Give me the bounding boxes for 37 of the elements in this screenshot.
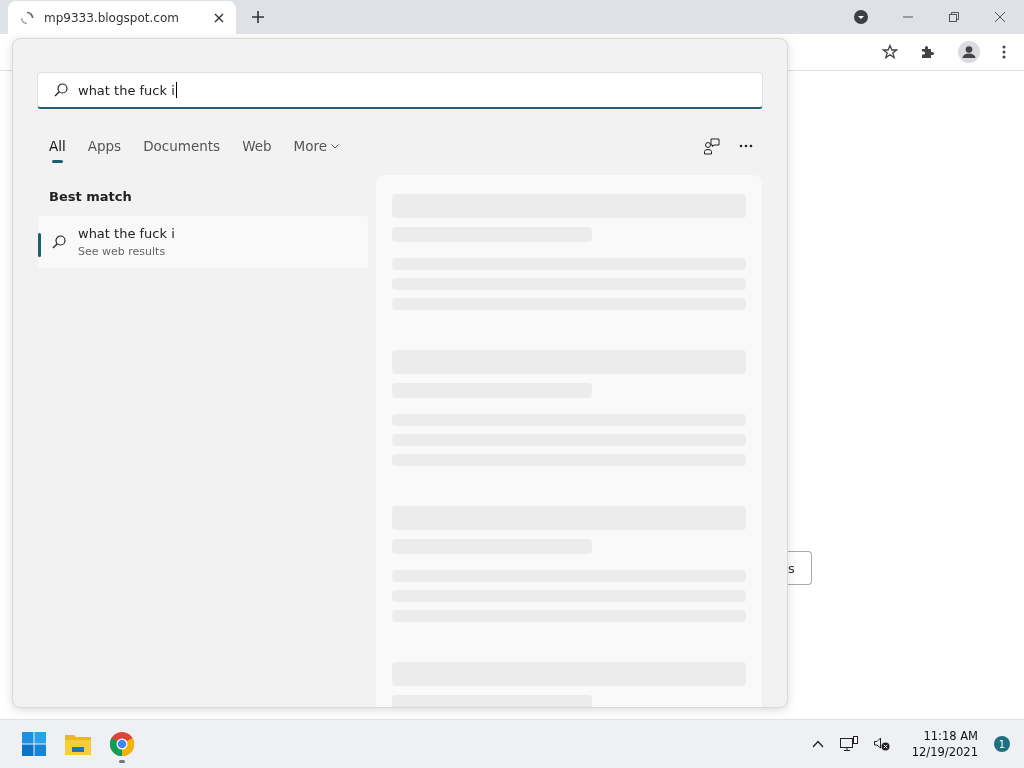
filter-tab[interactable]: Apps bbox=[87, 131, 122, 161]
profile-icon[interactable] bbox=[958, 41, 980, 63]
restore-icon[interactable] bbox=[948, 11, 960, 23]
puzzle-icon[interactable] bbox=[920, 44, 936, 60]
speaker-muted-icon[interactable] bbox=[873, 737, 890, 751]
star-icon[interactable] bbox=[882, 44, 898, 60]
tab-title: mp9333.blogspot.com bbox=[44, 11, 180, 25]
search-icon bbox=[52, 235, 66, 249]
filter-tab[interactable]: Documents bbox=[143, 131, 221, 161]
filter-tab[interactable]: Web bbox=[242, 131, 272, 161]
clock-time[interactable]: 11:18 AM bbox=[923, 728, 978, 744]
search-field[interactable]: what the fuck i bbox=[37, 72, 763, 109]
folder-icon bbox=[65, 733, 91, 755]
filter-tab[interactable]: More bbox=[293, 131, 340, 161]
chevron-up-icon[interactable] bbox=[811, 740, 824, 748]
result-item[interactable]: what the fuck i See web results bbox=[38, 216, 368, 268]
browser-logo-icon bbox=[110, 732, 134, 756]
result-subtitle: See web results bbox=[78, 245, 167, 258]
people-chat-icon[interactable] bbox=[703, 137, 721, 155]
network-icon[interactable] bbox=[839, 736, 858, 752]
more-icon[interactable] bbox=[739, 144, 753, 148]
tab-search-icon[interactable] bbox=[854, 10, 868, 24]
browser-tab[interactable]: mp9333.blogspot.com bbox=[8, 1, 236, 35]
search-icon bbox=[54, 83, 68, 97]
result-title: what the fuck i bbox=[78, 226, 175, 241]
close-icon[interactable] bbox=[214, 13, 224, 23]
windows-logo-icon bbox=[22, 732, 46, 756]
filter-tab[interactable]: All bbox=[49, 131, 66, 161]
menu-icon[interactable] bbox=[1002, 45, 1006, 59]
page-button[interactable]: s bbox=[788, 551, 812, 585]
running-indicator bbox=[119, 760, 125, 763]
notification-badge[interactable]: 1 bbox=[994, 736, 1010, 752]
section-heading: Best match bbox=[49, 189, 133, 204]
new-tab-icon[interactable] bbox=[252, 11, 264, 23]
close-icon[interactable] bbox=[994, 11, 1006, 23]
loading-spinner-icon bbox=[20, 11, 34, 25]
clock-date[interactable]: 12/19/2021 bbox=[911, 744, 978, 760]
